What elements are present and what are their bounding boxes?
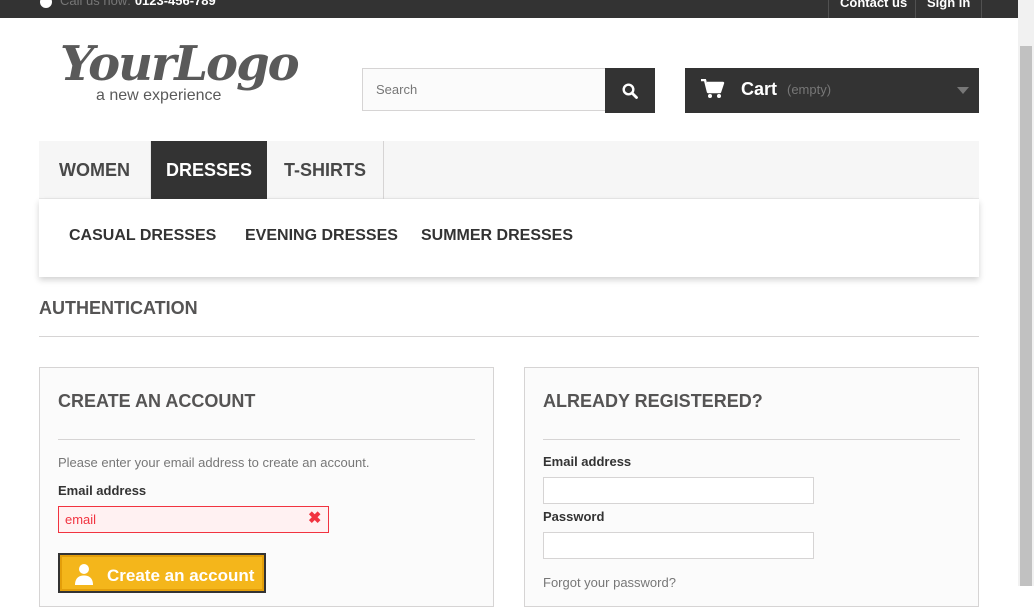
- search-input[interactable]: [362, 68, 605, 111]
- top-bar: Call us now: 0123-456-789 Contact us Sign…: [0, 0, 1018, 18]
- tab-women[interactable]: WOMEN: [39, 141, 151, 199]
- shop-logo[interactable]: YourLogo a new experience: [60, 36, 300, 112]
- cart-label: Cart: [741, 79, 778, 99]
- page-title: AUTHENTICATION: [39, 298, 198, 318]
- heading-divider: [39, 336, 979, 337]
- cart-icon: [701, 79, 725, 98]
- cart-button[interactable]: Cart (empty): [685, 68, 979, 113]
- submenu-casual-dresses[interactable]: CASUAL DRESSES: [69, 227, 216, 245]
- contact-us-link[interactable]: Contact us: [828, 0, 918, 18]
- search-icon: [622, 82, 638, 99]
- login-email-label: Email address: [543, 454, 632, 469]
- phone-number: 0123-456-789: [134, 0, 216, 8]
- search-button[interactable]: [605, 68, 655, 113]
- logo-text: YourLogo: [60, 36, 300, 92]
- call-info: Call us now: 0123-456-789: [40, 0, 216, 8]
- dresses-submenu: CASUAL DRESSES EVENING DRESSES SUMMER DR…: [39, 199, 979, 277]
- divider: [58, 439, 475, 440]
- chevron-down-icon: [957, 87, 969, 94]
- error-close-icon: ✖: [308, 510, 322, 527]
- login-title: ALREADY REGISTERED?: [543, 391, 763, 411]
- submenu-summer-dresses[interactable]: SUMMER DRESSES: [421, 227, 573, 245]
- submenu-evening-dresses[interactable]: EVENING DRESSES: [245, 227, 398, 245]
- create-account-button[interactable]: Create an account: [58, 553, 266, 593]
- login-form: ALREADY REGISTERED? Email address Passwo…: [524, 367, 979, 607]
- password-label: Password: [543, 509, 605, 524]
- create-account-info: Please enter your email address to creat…: [58, 455, 370, 470]
- create-account-label: Create an account: [107, 566, 255, 585]
- login-email-field[interactable]: [543, 477, 814, 504]
- call-label: Call us now:: [60, 0, 131, 8]
- user-icon: [75, 564, 93, 585]
- create-email-field[interactable]: [58, 506, 329, 533]
- logo-tagline: a new experience: [96, 87, 222, 104]
- phone-icon: [40, 0, 52, 8]
- main-menu: WOMEN DRESSES T-SHIRTS: [39, 141, 979, 199]
- tab-dresses[interactable]: DRESSES: [151, 141, 267, 199]
- scrollbar-thumb[interactable]: [1020, 46, 1032, 586]
- tab-t-shirts[interactable]: T-SHIRTS: [267, 141, 384, 199]
- page-scrollbar[interactable]: [1018, 0, 1034, 586]
- create-account-form: CREATE AN ACCOUNT Please enter your emai…: [39, 367, 494, 607]
- sign-in-link[interactable]: Sign in: [915, 0, 983, 18]
- password-field[interactable]: [543, 532, 814, 559]
- cart-status: (empty): [787, 82, 832, 97]
- divider: [543, 439, 960, 440]
- create-account-title: CREATE AN ACCOUNT: [58, 391, 256, 411]
- forgot-password-link[interactable]: Forgot your password?: [543, 575, 676, 590]
- email-label: Email address: [58, 483, 147, 498]
